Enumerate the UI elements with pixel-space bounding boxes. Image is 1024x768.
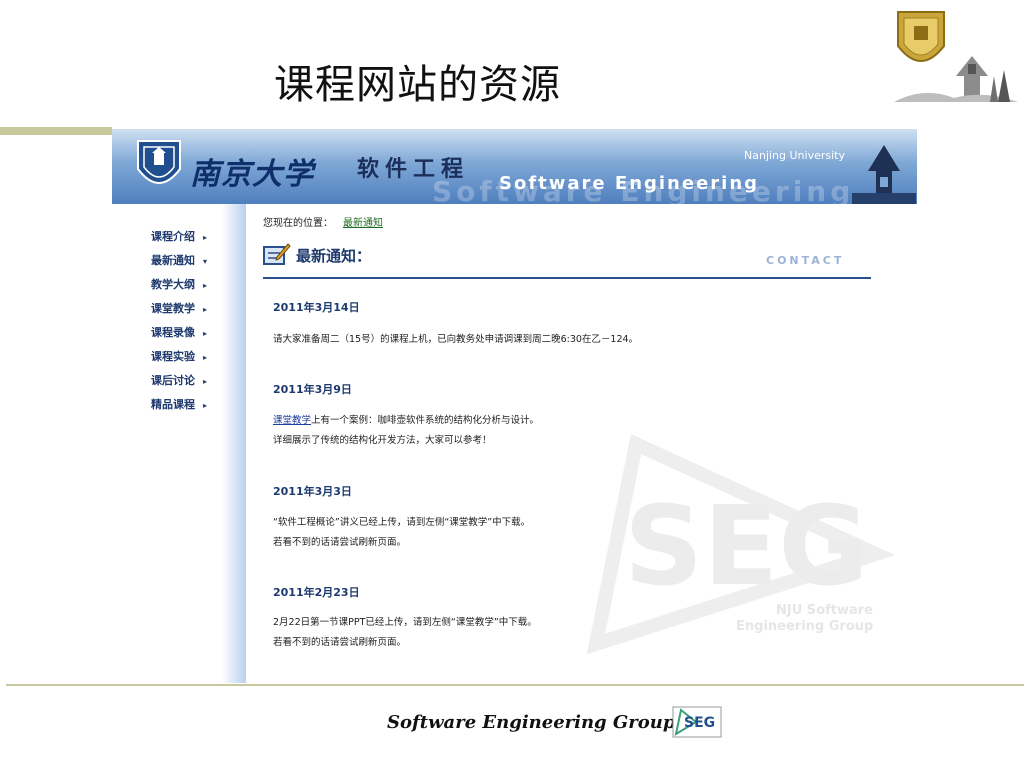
tower-icon [852, 137, 916, 204]
site-banner: 南京大学 软件工程 Software Engineering Software … [112, 129, 917, 204]
notice-line: 详细展示了传统的结构化开发方法，大家可以参考！ [273, 432, 492, 446]
notice-text: 请大家准备周二（15号）的课程上机，已向教务处申请调课到周二晚6:30在乙－12… [273, 334, 639, 345]
university-name-cn: 南京大学 [190, 157, 314, 192]
sidebar-nav: 课程介绍 ▸ 最新通知 ▾ 教学大纲 ▸ 课堂教学 ▸ 课程录像 ▸ 课程实验 ▸ 课后讨论… [112, 204, 246, 683]
seg-logo-text: SEG [684, 715, 715, 731]
notice-text: 详细展示了传统的结构化开发方法，大家可以参考！ [273, 435, 492, 446]
chevron-down-icon: ▾ [203, 257, 208, 266]
university-emblem [894, 6, 1018, 106]
course-website-screenshot: 南京大学 软件工程 Software Engineering Software … [112, 129, 917, 683]
chevron-right-icon: ▸ [203, 353, 208, 362]
top-accent-bar [0, 127, 112, 135]
notice-line: 2月22日第一节课PPT已经上传，请到左侧“课堂教学”中下载。 [273, 614, 537, 628]
section-title: 最新通知： [296, 247, 372, 265]
chevron-right-icon: ▸ [203, 281, 208, 290]
sidebar-item-videos[interactable]: 课程录像 ▸ [151, 324, 207, 342]
main-content: SEG NJU Software Engineering Group 您现在的位… [246, 204, 917, 683]
sidebar-item-syllabus[interactable]: 教学大纲 ▸ [151, 276, 207, 294]
course-title-en: Software Engineering [499, 173, 760, 194]
sidebar-item-latest-news[interactable]: 最新通知 ▾ [151, 252, 207, 270]
sidebar-item-classroom[interactable]: 课堂教学 ▸ [151, 300, 207, 318]
sidebar-item-course-intro[interactable]: 课程介绍 ▸ [151, 228, 207, 246]
university-name-en: Nanjing University [744, 149, 845, 162]
chevron-right-icon: ▸ [203, 401, 208, 410]
notice-date: 2011年3月3日 [273, 485, 352, 498]
sidebar-item-label: 教学大纲 [151, 278, 195, 291]
sidebar-item-label: 课程介绍 [151, 230, 195, 243]
classroom-link[interactable]: 课堂教学 [273, 415, 311, 426]
sidebar-item-discussion[interactable]: 课后讨论 ▸ [151, 372, 207, 390]
watermark-line1: NJU Software [776, 603, 873, 618]
chevron-right-icon: ▸ [203, 305, 208, 314]
seg-watermark: SEG NJU Software Engineering Group [576, 433, 906, 678]
breadcrumb-link-latest-news[interactable]: 最新通知 [343, 218, 383, 229]
notice-line: 若看不到的话请尝试刷新页面。 [273, 634, 406, 648]
section-divider [263, 277, 871, 279]
contact-label: CONTACT [766, 254, 845, 267]
notice-text: 2月22日第一节课PPT已经上传，请到左侧“课堂教学”中下载。 [273, 617, 537, 628]
notice-line: “软件工程概论”讲义已经上传，请到左侧“课堂教学”中下载。 [273, 514, 530, 528]
chevron-right-icon: ▸ [203, 233, 208, 242]
notice-line: 请大家准备周二（15号）的课程上机，已向教务处申请调课到周二晚6:30在乙－12… [273, 331, 638, 345]
sidebar-item-quality-course[interactable]: 精品课程 ▸ [151, 396, 207, 414]
footer-text: Software Engineering Group [387, 712, 676, 733]
notice-line: 课堂教学上有一个案例：咖啡壶软件系统的结构化分析与设计。 [273, 412, 539, 426]
notice-text: “软件工程概论”讲义已经上传，请到左侧“课堂教学”中下载。 [273, 517, 531, 528]
sidebar-item-label: 最新通知 [151, 254, 195, 267]
bottom-divider [6, 684, 1024, 686]
sidebar-item-label: 课后讨论 [151, 374, 195, 387]
notepad-pencil-icon [263, 242, 291, 270]
university-seal-icon [134, 137, 184, 197]
notice-line: 若看不到的话请尝试刷新页面。 [273, 534, 406, 548]
sidebar-item-label: 精品课程 [151, 398, 195, 411]
notice-date: 2011年3月9日 [273, 383, 352, 396]
notice-date: 2011年2月23日 [273, 586, 360, 599]
watermark-line2: Engineering Group [736, 619, 873, 634]
sidebar-item-label: 课堂教学 [151, 302, 195, 315]
sidebar-item-labs[interactable]: 课程实验 ▸ [151, 348, 207, 366]
breadcrumb: 您现在的位置： 最新通知 [263, 214, 383, 229]
chevron-right-icon: ▸ [203, 329, 208, 338]
seg-logo-icon: SEG [672, 706, 722, 738]
notice-text: 若看不到的话请尝试刷新页面。 [273, 637, 407, 648]
sidebar-item-label: 课程录像 [151, 326, 195, 339]
chevron-right-icon: ▸ [203, 377, 208, 386]
breadcrumb-label: 您现在的位置： [263, 218, 333, 229]
notice-date: 2011年3月14日 [273, 301, 360, 314]
notice-text: 上有一个案例：咖啡壶软件系统的结构化分析与设计。 [311, 415, 540, 426]
notice-text: 若看不到的话请尝试刷新页面。 [273, 537, 407, 548]
slide-title: 课程网站的资源 [274, 62, 561, 108]
watermark-logo-text: SEG [624, 482, 869, 610]
sidebar-item-label: 课程实验 [151, 350, 195, 363]
